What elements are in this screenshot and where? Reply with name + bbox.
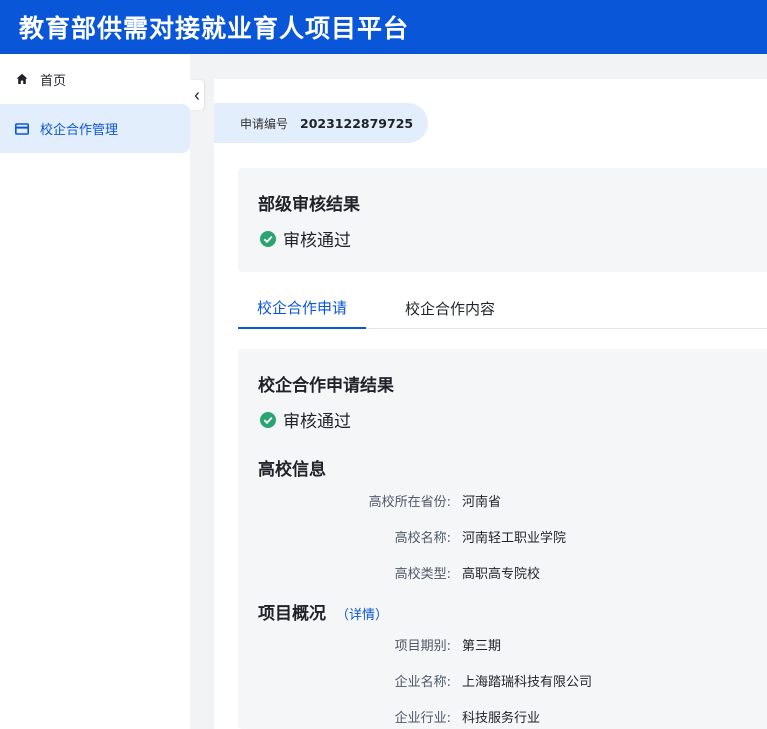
- field-value: 第三期: [462, 639, 502, 654]
- field-label: 企业行业:: [394, 711, 451, 726]
- app-title: 教育部供需对接就业育人项目平台: [19, 14, 410, 43]
- sidebar-collapse-button[interactable]: [190, 80, 204, 110]
- status-text: 审核通过: [283, 231, 351, 251]
- field-project-phase: 项目期别: 第三期: [238, 635, 767, 655]
- field-label: 高校名称:: [394, 531, 451, 546]
- sidebar: 首页 校企合作管理: [0, 54, 190, 729]
- section-title-text: 项目概况: [258, 604, 326, 624]
- sidebar-item-home[interactable]: 首页: [0, 54, 190, 104]
- field-company-name: 企业名称: 上海踏瑞科技有限公司: [238, 671, 767, 691]
- cooperation-result-status: 审核通过: [260, 407, 351, 432]
- ministry-review-status: 审核通过: [260, 226, 351, 251]
- main-content: 申请编号 2023122879725 部级审核结果 审核通过 校企合作申请 校企…: [214, 79, 767, 729]
- field-label: 高校所在省份:: [368, 495, 451, 510]
- top-bar: 教育部供需对接就业育人项目平台: [0, 0, 767, 54]
- cooperation-detail-card: 校企合作申请结果 审核通过 高校信息 高校所在省份: 河南省 高校名称: 河南轻…: [238, 349, 767, 729]
- section-title-text: 高校信息: [258, 460, 326, 480]
- sidebar-item-label: 校企合作管理: [40, 123, 119, 138]
- field-school-type: 高校类型: 高职高专院校: [238, 563, 767, 583]
- check-circle-icon: [260, 230, 276, 247]
- project-overview-title: 项目概况 （详情）: [258, 599, 388, 624]
- field-value: 河南省: [462, 495, 502, 510]
- field-value: 河南轻工职业学院: [462, 531, 567, 546]
- check-circle-icon: [260, 411, 276, 428]
- card-icon: [15, 122, 29, 136]
- tab-cooperation-application[interactable]: 校企合作申请: [238, 287, 366, 329]
- tab-bar: 校企合作申请 校企合作内容: [238, 287, 767, 329]
- application-number-value: 2023122879725: [300, 115, 414, 131]
- field-label: 高校类型:: [394, 567, 451, 582]
- cooperation-result-title: 校企合作申请结果: [258, 376, 394, 396]
- application-number-label: 申请编号: [240, 116, 289, 131]
- chevron-left-icon: [193, 86, 201, 105]
- sidebar-item-label: 首页: [40, 73, 67, 89]
- field-label: 企业名称:: [394, 675, 451, 690]
- field-school-province: 高校所在省份: 河南省: [238, 491, 767, 511]
- sidebar-item-cooperation[interactable]: 校企合作管理: [0, 104, 190, 153]
- school-info-title: 高校信息: [258, 455, 326, 480]
- status-text: 审核通过: [283, 412, 351, 432]
- field-value: 科技服务行业: [462, 711, 541, 726]
- field-school-name: 高校名称: 河南轻工职业学院: [238, 527, 767, 547]
- application-number: 申请编号 2023122879725: [214, 103, 428, 143]
- ministry-review-title: 部级审核结果: [258, 195, 360, 215]
- field-value: 上海踏瑞科技有限公司: [462, 675, 593, 690]
- field-value: 高职高专院校: [462, 567, 541, 582]
- tab-cooperation-content[interactable]: 校企合作内容: [388, 287, 512, 329]
- ministry-review-card: 部级审核结果 审核通过: [238, 168, 767, 272]
- project-detail-link[interactable]: （详情）: [336, 604, 388, 623]
- field-company-industry: 企业行业: 科技服务行业: [238, 707, 767, 727]
- home-icon: [15, 72, 29, 86]
- field-label: 项目期别:: [394, 639, 451, 654]
